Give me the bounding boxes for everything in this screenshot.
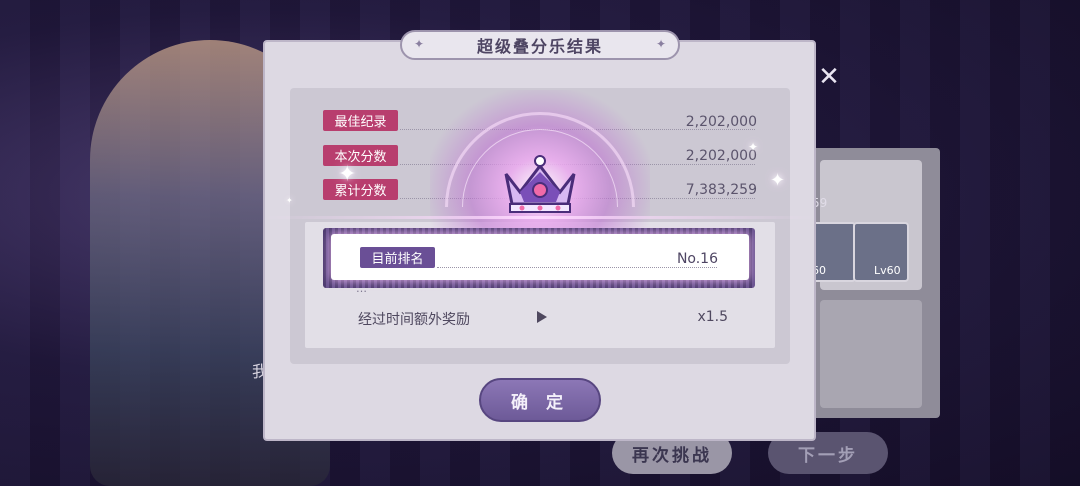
rank-value: No.16	[676, 251, 718, 267]
row-divider	[437, 267, 717, 268]
crown-icon	[504, 155, 576, 213]
sparkle-icon: ✦	[286, 196, 293, 205]
current-score-label: 本次分数	[323, 145, 398, 166]
reward-panel	[820, 300, 922, 408]
close-icon[interactable]: ✕	[814, 62, 844, 92]
sparkle-icon: ✦	[338, 162, 357, 187]
play-icon	[537, 311, 547, 323]
best-record-value: 2,202,000	[685, 114, 757, 130]
sparkle-icon: ✦	[748, 140, 759, 154]
star-icon: ✦	[655, 37, 666, 51]
total-score-label: 累计分数	[323, 179, 398, 200]
total-score-value: 7,383,259	[685, 182, 757, 198]
rank-label: 目前排名	[360, 247, 435, 268]
confirm-button[interactable]: 确 定	[479, 378, 601, 422]
dialog-title: 超级叠分乐结果	[476, 37, 603, 56]
time-bonus-value: x1.5	[697, 309, 728, 325]
unit-level: Lv60	[874, 264, 901, 277]
star-icon: ✦	[414, 37, 425, 51]
time-bonus-label: 经过时间额外奖励	[358, 312, 470, 328]
best-record-label: 最佳纪录	[323, 110, 398, 131]
hidden-row-text: …	[356, 282, 367, 295]
dialog-title-tab: ✦ 超级叠分乐结果 ✦	[400, 30, 680, 60]
sparkle-icon: ✦	[770, 170, 786, 191]
light-beam	[263, 216, 816, 219]
current-score-value: 2,202,000	[685, 148, 757, 164]
